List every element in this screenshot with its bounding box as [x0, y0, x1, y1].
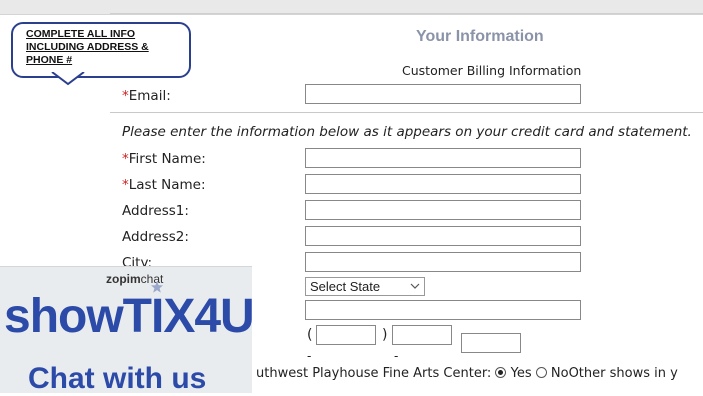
- phone-dash: -: [394, 349, 399, 363]
- first-name-label: *First Name:: [122, 151, 206, 167]
- address1-label: Address1:: [122, 203, 189, 219]
- zopim-logo-bold: zopim: [106, 272, 141, 286]
- credit-card-notice: Please enter the information below as it…: [122, 124, 692, 140]
- phone-close-paren: ): [382, 327, 388, 343]
- address1-field[interactable]: [305, 200, 581, 220]
- mailing-list-row: uthwest Playhouse Fine Arts Center: Yes …: [256, 366, 678, 381]
- phone-line-field[interactable]: [461, 333, 521, 353]
- last-name-label-text: Last Name:: [128, 177, 206, 193]
- no-radio[interactable]: [535, 367, 547, 378]
- no-label: No: [550, 366, 569, 381]
- annotation-text: COMPLETE ALL INFO INCLUDING ADDRESS & PH…: [26, 28, 186, 67]
- section-divider: [110, 112, 703, 113]
- star-icon: [151, 281, 163, 293]
- address2-field[interactable]: [305, 226, 581, 246]
- mailing-list-text: uthwest Playhouse Fine Arts Center:: [256, 366, 492, 381]
- section-subtitle: Customer Billing Information: [402, 63, 582, 78]
- required-marker: *: [122, 88, 129, 104]
- email-label: *Email:: [122, 88, 171, 104]
- first-name-field[interactable]: [305, 148, 581, 168]
- address2-label: Address2:: [122, 229, 189, 245]
- chevron-down-icon: [410, 283, 420, 289]
- last-name-label: *Last Name:: [122, 177, 206, 193]
- phone-prefix-field[interactable]: [392, 325, 452, 345]
- yes-radio[interactable]: [495, 367, 507, 378]
- other-shows-text: Other shows in y: [568, 366, 678, 381]
- annotation-line: COMPLETE ALL INFO: [26, 28, 136, 40]
- callout-tail: [51, 72, 85, 86]
- zip-field[interactable]: [305, 300, 581, 320]
- state-select[interactable]: Select State: [305, 277, 425, 296]
- email-label-text: Email:: [128, 88, 171, 104]
- page-title: Your Information: [416, 28, 544, 45]
- annotation-line: PHONE #: [26, 54, 73, 66]
- last-name-field[interactable]: [305, 174, 581, 194]
- required-marker: *: [122, 177, 129, 193]
- showtix-logo: showTIX4U: [4, 290, 255, 343]
- phone-area-code-field[interactable]: [316, 325, 376, 345]
- email-field[interactable]: [305, 84, 581, 104]
- required-marker: *: [122, 151, 129, 167]
- header-divider: [110, 13, 703, 14]
- city-field[interactable]: [305, 252, 581, 272]
- yes-label: Yes: [510, 366, 532, 381]
- chat-with-us-button[interactable]: Chat with us: [28, 362, 206, 396]
- annotation-line: INCLUDING ADDRESS &: [26, 41, 149, 53]
- phone-dash: -: [307, 349, 312, 363]
- first-name-label-text: First Name:: [128, 151, 206, 167]
- state-select-value: Select State: [310, 279, 381, 294]
- phone-open-paren: (: [307, 327, 313, 343]
